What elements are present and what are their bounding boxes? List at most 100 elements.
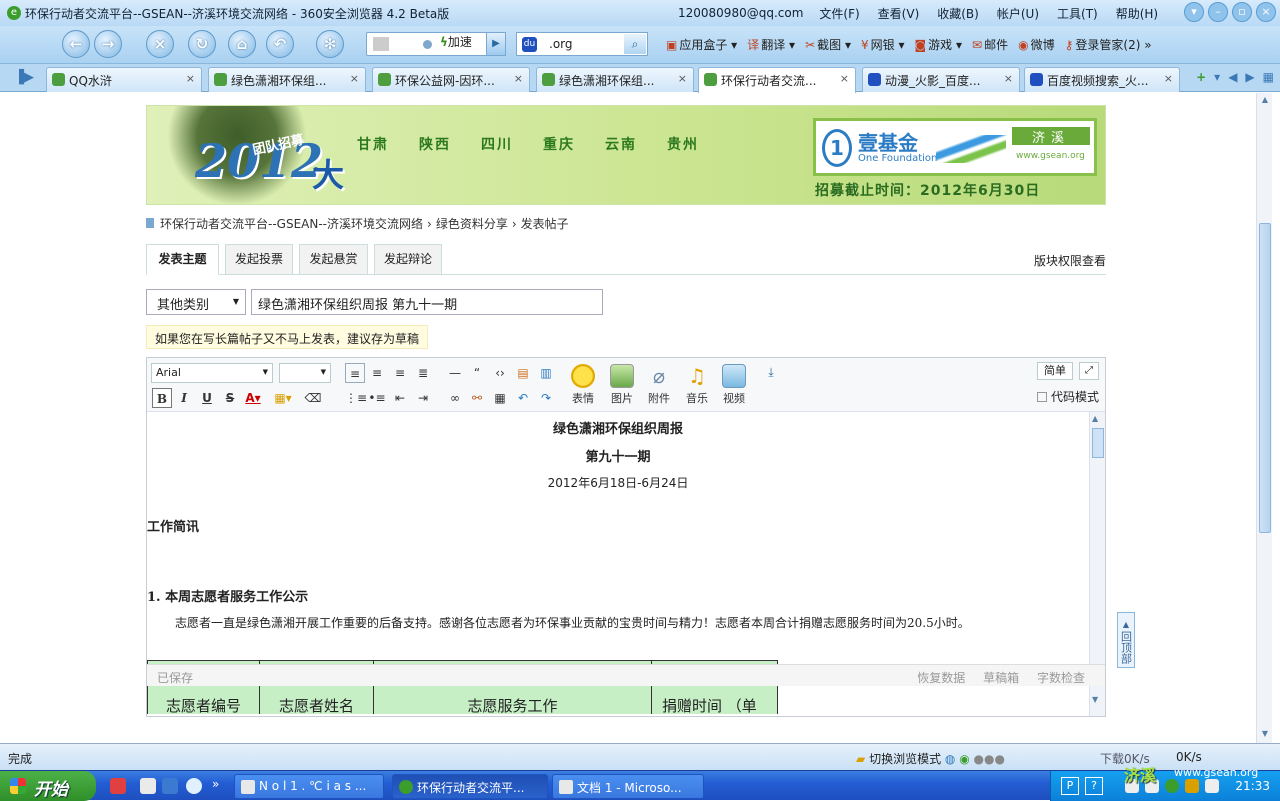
justify-icon[interactable]: ≣	[413, 363, 433, 383]
minimize-button[interactable]: –	[1208, 2, 1228, 22]
tool-mail[interactable]: ✉ 邮件	[972, 36, 1008, 53]
menu-favorites[interactable]: 收藏(B)	[937, 5, 979, 22]
menu-view[interactable]: 查看(V)	[878, 5, 920, 22]
close-window-button[interactable]: ×	[1256, 2, 1276, 22]
simple-mode-button[interactable]: 简单	[1037, 362, 1073, 380]
align-left-icon[interactable]: ≡	[345, 363, 365, 383]
tool-games[interactable]: ◙ 游戏 ▾	[915, 36, 963, 53]
tab-4[interactable]: 绿色潇湘环保组... ×	[536, 67, 694, 92]
menu-tools[interactable]: 工具(T)	[1057, 5, 1098, 22]
strike-icon[interactable]: S	[220, 388, 240, 408]
fullscreen-icon[interactable]: ⤢	[1079, 362, 1099, 380]
search-input[interactable]: .org	[549, 37, 573, 51]
redo-icon[interactable]: ↷	[536, 388, 556, 408]
tab-5-active[interactable]: 环保行动者交流... ×	[698, 67, 856, 93]
quicklaunch-desktop-icon[interactable]	[162, 778, 178, 794]
tab-close-icon[interactable]: ×	[514, 72, 523, 85]
bg-color-icon[interactable]: ▦▾	[273, 388, 293, 408]
back-to-top-button[interactable]: ▲ 回顶部	[1117, 612, 1135, 668]
tab-close-icon[interactable]: ×	[1164, 72, 1173, 85]
attachment-button[interactable]: ⌀ 附件	[643, 364, 675, 406]
speed-button[interactable]: ϟ加速	[440, 33, 472, 50]
campaign-banner[interactable]: 2012 团队招募 甘肃陕西四川重庆云南贵州 大学生自然灾害调研计划 1 壹基金…	[146, 105, 1106, 205]
tab-close-icon[interactable]: ×	[350, 72, 359, 85]
menu-help[interactable]: 帮助(H)	[1116, 5, 1158, 22]
new-tab-icon[interactable]: +	[1196, 70, 1206, 84]
horizontal-rule-icon[interactable]: —	[445, 363, 465, 383]
undo-close-button[interactable]: ↶	[266, 30, 294, 58]
switch-mode-link[interactable]: ▰ 切换浏览模式 ◍ ◉ ●●●	[856, 750, 1005, 767]
code-mode-toggle[interactable]: 代码模式	[1037, 388, 1099, 405]
checkbox-icon[interactable]	[1037, 392, 1047, 402]
font-family-select[interactable]: Arial ▼	[151, 363, 273, 383]
permission-link[interactable]: 版块权限查看	[1034, 252, 1106, 269]
tab-close-icon[interactable]: ×	[186, 72, 195, 85]
tool-weibo[interactable]: ◉ 微博	[1018, 36, 1055, 53]
quote-icon[interactable]: “	[467, 363, 487, 383]
quicklaunch-browser-icon[interactable]	[140, 778, 156, 794]
go-button[interactable]: ▶	[486, 32, 506, 56]
paw-button[interactable]: ✻	[316, 30, 344, 58]
task-game[interactable]: N o l 1 . ℃ i a s ...	[234, 774, 384, 799]
image-button[interactable]: 图片	[606, 364, 638, 406]
scroll-down-icon[interactable]: ▼	[1259, 729, 1271, 741]
word-count-link[interactable]: 字数检查	[1037, 671, 1085, 685]
undo-icon[interactable]: ↶	[513, 388, 533, 408]
task-browser[interactable]: 环保行动者交流平...	[392, 774, 548, 799]
bullet-list-icon[interactable]: •≡	[367, 388, 387, 408]
page-scroll-thumb[interactable]	[1259, 223, 1271, 533]
menu-account[interactable]: 帐户(U)	[997, 5, 1039, 22]
code-icon[interactable]: ‹›	[490, 363, 510, 383]
scroll-down-icon[interactable]: ▼	[1092, 695, 1098, 704]
search-icon[interactable]: ⌕	[624, 34, 646, 54]
indent-icon[interactable]: ⇥	[413, 388, 433, 408]
italic-icon[interactable]: I	[174, 388, 194, 408]
underline-icon[interactable]: U	[197, 388, 217, 408]
bold-icon[interactable]: B	[152, 388, 172, 408]
tab-3[interactable]: 环保公益网-因环... ×	[372, 67, 530, 92]
video-button[interactable]: 视频	[718, 364, 750, 406]
tray-icon[interactable]	[1185, 779, 1199, 793]
tab-6[interactable]: 动漫_火影_百度... ×	[862, 67, 1020, 92]
maximize-button[interactable]: ▫	[1232, 2, 1252, 22]
address-bar[interactable]	[366, 32, 506, 56]
tab-close-icon[interactable]: ×	[678, 72, 687, 85]
start-button[interactable]: 开始	[0, 771, 96, 801]
tab-close-icon[interactable]: ×	[840, 72, 849, 85]
search-box[interactable]: du .org ⌕	[516, 32, 648, 56]
paste-icon[interactable]: ▤	[513, 363, 533, 383]
sidebar-toggle-icon[interactable]: ▐▶	[14, 70, 34, 85]
emoticon-button[interactable]: 表情	[567, 364, 599, 406]
tray-icon[interactable]	[1165, 779, 1179, 793]
input-method-icon[interactable]: P	[1061, 777, 1079, 795]
account-label[interactable]: 120080980@qq.com	[678, 6, 803, 20]
link-icon[interactable]: ∞	[445, 388, 465, 408]
download-icon[interactable]: ⤓	[761, 362, 781, 382]
refresh-button[interactable]: ↻	[188, 30, 216, 58]
outdent-icon[interactable]: ⇤	[390, 388, 410, 408]
quicklaunch-paint-icon[interactable]	[110, 778, 126, 794]
tool-bank[interactable]: ¥ 网银 ▾	[861, 36, 905, 53]
restore-data-link[interactable]: 恢复数据	[917, 671, 965, 685]
eraser-icon[interactable]: ⌫	[303, 388, 323, 408]
tab-new-reward[interactable]: 发起悬赏	[299, 244, 368, 275]
tab-new-topic[interactable]: 发表主题	[146, 244, 219, 275]
scroll-up-icon[interactable]: ▲	[1092, 414, 1098, 423]
tab-close-icon[interactable]: ×	[1004, 72, 1013, 85]
stop-button[interactable]: ×	[146, 30, 174, 58]
table-icon[interactable]: ▦	[490, 388, 510, 408]
tab-next-icon[interactable]: ▶	[1245, 70, 1254, 84]
quicklaunch-more-icon[interactable]: »	[212, 777, 219, 791]
task-word[interactable]: 文档 1 - Microso...	[552, 774, 704, 799]
font-size-select[interactable]: ▼	[279, 363, 331, 383]
category-select[interactable]: 其他类别 ▼	[146, 289, 246, 315]
word-paste-icon[interactable]: ▥	[536, 363, 556, 383]
page-scrollbar[interactable]: ▲ ▼	[1256, 93, 1272, 743]
tab-list-icon[interactable]: ▾	[1214, 70, 1220, 84]
help-icon[interactable]: ?	[1085, 777, 1103, 795]
quicklaunch-k-icon[interactable]	[186, 778, 202, 794]
tab-grid-icon[interactable]: ▦	[1263, 70, 1274, 84]
tab-prev-icon[interactable]: ◀	[1228, 70, 1237, 84]
tab-new-debate[interactable]: 发起辩论	[374, 244, 442, 275]
back-button[interactable]: ←	[62, 30, 90, 58]
